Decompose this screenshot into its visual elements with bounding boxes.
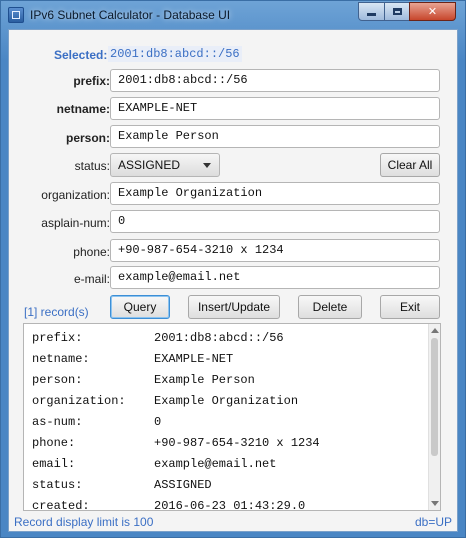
clear-all-button[interactable]: Clear All — [380, 153, 440, 177]
status-select-value: ASSIGNED — [118, 158, 181, 172]
netname-input[interactable]: EXAMPLE-NET — [110, 97, 440, 120]
phone-input[interactable]: +90-987-654-3210 x 1234 — [110, 239, 440, 262]
maximize-button[interactable] — [384, 2, 410, 21]
app-window: IPv6 Subnet Calculator - Database UI ✕ S… — [0, 0, 466, 538]
detail-row: created: 2016-06-23 01:43:29.0 — [32, 496, 426, 511]
record-detail-area[interactable]: prefix: 2001:db8:abcd::/56 netname: EXAMPL… — [23, 323, 441, 511]
detail-value: Example Organization — [154, 394, 299, 408]
vertical-scrollbar[interactable] — [428, 324, 440, 510]
selected-label: Selected: — [54, 48, 108, 62]
minimize-icon — [367, 13, 376, 16]
person-input[interactable]: Example Person — [110, 125, 440, 148]
asplain-num-label: asplain-num: — [41, 216, 110, 230]
detail-key: organization: — [32, 394, 126, 408]
detail-value: ASSIGNED — [154, 478, 212, 492]
detail-row: netname: EXAMPLE-NET — [32, 349, 426, 370]
detail-key: status: — [32, 478, 83, 492]
detail-key: person: — [32, 373, 83, 387]
delete-button[interactable]: Delete — [298, 295, 362, 319]
detail-key: phone: — [32, 436, 76, 450]
email-label: e-mail: — [73, 272, 110, 286]
detail-value: 2016-06-23 01:43:29.0 — [154, 499, 306, 511]
detail-row: status: ASSIGNED — [32, 475, 426, 496]
status-select[interactable]: ASSIGNED — [110, 153, 220, 177]
detail-row: as-num: 0 — [32, 412, 426, 433]
status-bar-db: db=UP — [414, 515, 452, 529]
detail-row: prefix: 2001:db8:abcd::/56 — [32, 328, 426, 349]
prefix-input[interactable]: 2001:db8:abcd::/56 — [110, 69, 440, 92]
phone-label: phone: — [73, 245, 110, 259]
status-label: status: — [74, 159, 110, 173]
organization-input[interactable]: Example Organization — [110, 182, 440, 205]
detail-key: created: — [32, 499, 90, 511]
window-title: IPv6 Subnet Calculator - Database UI — [30, 8, 231, 22]
title-bar[interactable]: IPv6 Subnet Calculator - Database UI ✕ — [1, 1, 465, 29]
detail-key: netname: — [32, 352, 90, 366]
scroll-thumb[interactable] — [431, 338, 438, 456]
status-bar-limit: Record display limit is 100 — [14, 515, 154, 529]
selected-value: 2001:db8:abcd::/56 — [108, 46, 242, 62]
insert-update-button[interactable]: Insert/Update — [188, 295, 280, 319]
organization-label: organization: — [41, 188, 110, 202]
records-count: [1] record(s) — [24, 305, 89, 319]
email-input[interactable]: example@email.net — [110, 266, 440, 289]
detail-key: email: — [32, 457, 76, 471]
scroll-down-icon[interactable] — [431, 501, 439, 506]
detail-key: as-num: — [32, 415, 83, 429]
close-button[interactable]: ✕ — [409, 2, 456, 21]
app-window-icon — [8, 7, 24, 23]
detail-value: example@email.net — [154, 457, 277, 471]
exit-button[interactable]: Exit — [380, 295, 440, 319]
prefix-label: prefix: — [73, 74, 110, 88]
detail-key: prefix: — [32, 331, 83, 345]
query-button[interactable]: Query — [110, 295, 170, 319]
detail-row: phone: +90-987-654-3210 x 1234 — [32, 433, 426, 454]
record-detail-rows: prefix: 2001:db8:abcd::/56 netname: EXAMPL… — [32, 328, 426, 511]
detail-value: 2001:db8:abcd::/56 — [154, 331, 284, 345]
minimize-button[interactable] — [358, 2, 385, 21]
maximize-icon — [392, 8, 402, 15]
detail-value: +90-987-654-3210 x 1234 — [154, 436, 320, 450]
detail-row: email: example@email.net — [32, 454, 426, 475]
detail-value: EXAMPLE-NET — [154, 352, 234, 366]
scroll-up-icon[interactable] — [431, 328, 439, 333]
chevron-down-icon — [203, 163, 211, 168]
person-label: person: — [65, 131, 110, 145]
close-icon: ✕ — [427, 6, 438, 18]
netname-label: netname: — [56, 102, 110, 116]
detail-row: organization: Example Organization — [32, 391, 426, 412]
detail-value: 0 — [154, 415, 162, 429]
main-panel: Selected: 2001:db8:abcd::/56 prefix: 200… — [8, 29, 458, 532]
detail-row: person: Example Person — [32, 370, 426, 391]
detail-value: Example Person — [154, 373, 255, 387]
asplain-num-input[interactable]: 0 — [110, 210, 440, 233]
